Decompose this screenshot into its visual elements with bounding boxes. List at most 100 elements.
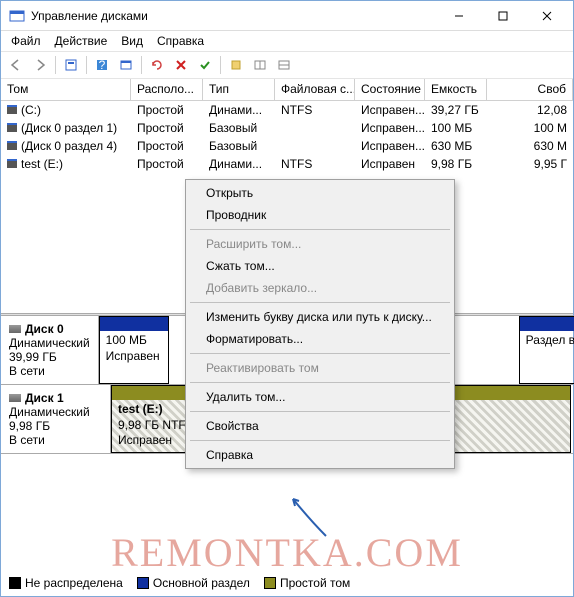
- cell-free: 12,08: [487, 102, 573, 118]
- separator: [55, 56, 56, 74]
- col-fs[interactable]: Файловая с...: [275, 79, 355, 100]
- disk-status: В сети: [9, 364, 90, 378]
- col-status[interactable]: Состояние: [355, 79, 425, 100]
- cell-fs: [275, 127, 355, 129]
- cell-fs: [275, 145, 355, 147]
- minimize-button[interactable]: [437, 2, 481, 30]
- toolbar-icon[interactable]: [115, 54, 137, 76]
- separator: [190, 229, 450, 230]
- legend-swatch: [137, 577, 149, 589]
- cell-volume: (Диск 0 раздел 1): [21, 121, 117, 135]
- forward-button[interactable]: [29, 54, 51, 76]
- volume-icon: [7, 142, 17, 150]
- cell-free: 9,95 Г: [487, 156, 573, 172]
- cell-type: Динами...: [203, 102, 275, 118]
- delete-icon[interactable]: [170, 54, 192, 76]
- cell-free: 630 M: [487, 138, 573, 154]
- partition[interactable]: Раздел вос: [519, 316, 574, 384]
- table-body: (C:)ПростойДинами...NTFSИсправен...39,27…: [1, 101, 573, 173]
- legend-item: Простой том: [264, 576, 350, 590]
- disk-type: Динамический: [9, 336, 90, 350]
- partition[interactable]: 100 МБИсправен: [99, 316, 169, 384]
- cell-type: Базовый: [203, 138, 275, 154]
- partition-size: 100 МБ: [106, 333, 162, 349]
- partition-header: [100, 317, 168, 331]
- disk-info: Диск 0Динамический39,99 ГБВ сети: [1, 316, 99, 384]
- separator: [190, 353, 450, 354]
- cell-status: Исправен...: [355, 138, 425, 154]
- toolbar-icon[interactable]: [273, 54, 295, 76]
- disk-info: Диск 1Динамический9,98 ГБВ сети: [1, 385, 111, 453]
- cell-layout: Простой: [131, 120, 203, 136]
- cell-volume: test (E:): [21, 157, 63, 171]
- cell-status: Исправен: [355, 156, 425, 172]
- col-capacity[interactable]: Емкость: [425, 79, 487, 100]
- disk-size: 9,98 ГБ: [9, 419, 102, 433]
- help-icon[interactable]: ?: [91, 54, 113, 76]
- toolbar-icon[interactable]: [225, 54, 247, 76]
- cell-volume: (C:): [21, 103, 41, 117]
- ctx-add-mirror: Добавить зеркало...: [188, 277, 452, 299]
- disk-type: Динамический: [9, 405, 102, 419]
- table-row[interactable]: (Диск 0 раздел 1) ПростойБазовый Исправен.…: [1, 119, 573, 137]
- menu-action[interactable]: Действие: [55, 34, 108, 48]
- ctx-extend: Расширить том...: [188, 233, 452, 255]
- ctx-reactivate: Реактивировать том: [188, 357, 452, 379]
- cell-fs: NTFS: [275, 156, 355, 172]
- cell-layout: Простой: [131, 138, 203, 154]
- maximize-button[interactable]: [481, 2, 525, 30]
- ctx-explorer[interactable]: Проводник: [188, 204, 452, 226]
- table-row[interactable]: (C:)ПростойДинами...NTFSИсправен...39,27…: [1, 101, 573, 119]
- separator: [220, 56, 221, 74]
- ctx-shrink[interactable]: Сжать том...: [188, 255, 452, 277]
- separator: [190, 411, 450, 412]
- separator: [190, 302, 450, 303]
- menu-view[interactable]: Вид: [121, 34, 143, 48]
- cell-type: Базовый: [203, 120, 275, 136]
- cell-capacity: 630 МБ: [425, 138, 487, 154]
- partition-header: [520, 317, 574, 331]
- table-header: Том Располо... Тип Файловая с... Состоян…: [1, 79, 573, 101]
- toolbar-icon[interactable]: [249, 54, 271, 76]
- partition-status: Исправен: [106, 349, 162, 365]
- menubar: Файл Действие Вид Справка: [1, 31, 573, 51]
- back-button[interactable]: [5, 54, 27, 76]
- ctx-delete-volume[interactable]: Удалить том...: [188, 386, 452, 408]
- ctx-help[interactable]: Справка: [188, 444, 452, 466]
- cell-type: Динами...: [203, 156, 275, 172]
- cell-status: Исправен...: [355, 120, 425, 136]
- toolbar-icon[interactable]: [60, 54, 82, 76]
- ctx-properties[interactable]: Свойства: [188, 415, 452, 437]
- ctx-open[interactable]: Открыть: [188, 182, 452, 204]
- col-layout[interactable]: Располо...: [131, 79, 203, 100]
- disk-name: Диск 0: [25, 322, 64, 336]
- ctx-format[interactable]: Форматировать...: [188, 328, 452, 350]
- check-icon[interactable]: [194, 54, 216, 76]
- menu-file[interactable]: Файл: [11, 34, 41, 48]
- table-row[interactable]: (Диск 0 раздел 4) ПростойБазовый Исправен.…: [1, 137, 573, 155]
- col-free[interactable]: Своб: [487, 79, 573, 100]
- legend: Не распределена Основной раздел Простой …: [9, 576, 350, 590]
- legend-swatch: [264, 577, 276, 589]
- cell-capacity: 100 МБ: [425, 120, 487, 136]
- annotation-arrow: [281, 491, 341, 541]
- window-title: Управление дисками: [31, 9, 437, 23]
- ctx-change-letter[interactable]: Изменить букву диска или путь к диску...: [188, 306, 452, 328]
- titlebar: Управление дисками: [1, 1, 573, 31]
- col-volume[interactable]: Том: [1, 79, 131, 100]
- legend-item: Не распределена: [9, 576, 123, 590]
- cell-volume: (Диск 0 раздел 4): [21, 139, 117, 153]
- disk-name: Диск 1: [25, 391, 64, 405]
- refresh-icon[interactable]: [146, 54, 168, 76]
- cell-fs: NTFS: [275, 102, 355, 118]
- cell-layout: Простой: [131, 102, 203, 118]
- menu-help[interactable]: Справка: [157, 34, 204, 48]
- toolbar: ?: [1, 51, 573, 79]
- partition-status: Раздел вос: [526, 333, 574, 349]
- separator: [141, 56, 142, 74]
- col-type[interactable]: Тип: [203, 79, 275, 100]
- volume-table: Том Располо... Тип Файловая с... Состоян…: [1, 79, 573, 173]
- svg-text:?: ?: [99, 58, 106, 72]
- table-row[interactable]: test (E:)ПростойДинами...NTFSИсправен9,9…: [1, 155, 573, 173]
- close-button[interactable]: [525, 2, 569, 30]
